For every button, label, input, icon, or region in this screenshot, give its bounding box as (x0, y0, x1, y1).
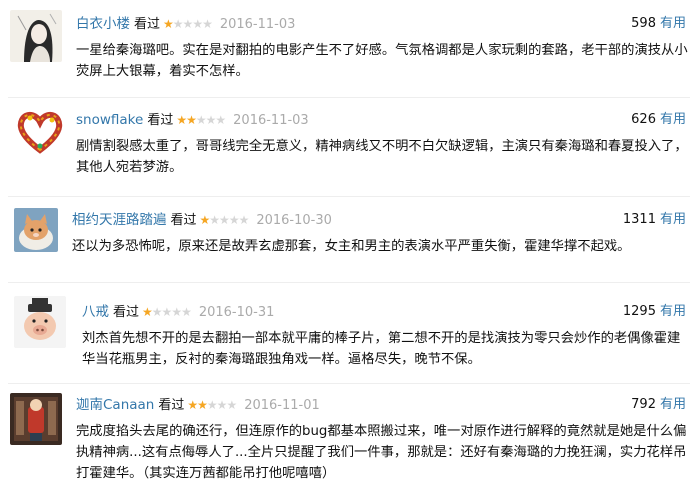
review-header: 白衣小楼 看过 ★★★★★ 2016-11-03 (76, 14, 295, 34)
review-date: 2016-10-31 (198, 305, 275, 320)
star-rating: ★★★★★ (163, 14, 213, 34)
review-text: 剧情割裂感太重了，哥哥线完全无意义，精神病线又不明不白欠缺逻辑，主演只有秦海璐和… (76, 139, 688, 175)
star-empty-icon: ★ (171, 305, 182, 319)
star-rating: ★★★★★ (199, 210, 250, 230)
star-empty-icon: ★ (238, 213, 250, 227)
review-item: 相约天涯路踏遍 看过 ★★★★★ 2016-10-30 1311 有用 还以为多恐怖呢，… (0, 196, 698, 278)
star-empty-icon: ★ (205, 113, 217, 127)
star-filled-icon: ★ (163, 17, 174, 31)
watched-label: 看过 (158, 398, 185, 413)
review-text: 刘杰首先想不开的是去翻拍一部本就平庸的棒子片，第二想不开的是找演技为零只会炒作的… (82, 331, 681, 367)
star-empty-icon: ★ (226, 398, 237, 412)
user-avatar[interactable] (10, 10, 62, 62)
star-rating: ★★★★★ (187, 395, 237, 415)
star-empty-icon: ★ (206, 398, 218, 412)
star-filled-icon: ★ (142, 305, 153, 319)
useful-vote: 1295 有用 (623, 302, 686, 322)
vote-count: 598 (631, 16, 656, 31)
star-empty-icon: ★ (216, 398, 228, 412)
star-empty-icon: ★ (219, 213, 230, 227)
vote-count: 626 (631, 112, 656, 127)
heart-wreath-avatar-image (14, 106, 66, 158)
review-date: 2016-11-01 (244, 398, 320, 413)
star-empty-icon: ★ (215, 113, 226, 127)
review-date: 2016-10-30 (256, 213, 332, 228)
star-empty-icon: ★ (209, 213, 220, 227)
ink-portrait-avatar-image (10, 10, 62, 62)
vote-count: 1295 (622, 304, 656, 319)
username-link[interactable]: 八戒 (82, 304, 109, 320)
useful-button[interactable]: 有用 (660, 304, 686, 319)
watched-label: 看过 (170, 213, 197, 228)
review-header: snowflake 看过 ★★★★★ 2016-11-03 (76, 110, 309, 130)
star-empty-icon: ★ (192, 17, 203, 31)
review-date: 2016-11-03 (233, 113, 309, 128)
vote-count: 792 (631, 397, 656, 412)
review-item: 八戒 看过 ★★★★★ 2016-10-31 1295 有用 刘杰首先想不开的是去翻拍一… (0, 282, 698, 382)
useful-button[interactable]: 有用 (660, 212, 686, 227)
star-filled-icon: ★ (199, 213, 211, 227)
review-header: 迦南Canaan 看过 ★★★★★ 2016-11-01 (76, 395, 320, 415)
useful-vote: 626 有用 (631, 110, 686, 130)
review-text: 完成度掐头去尾的确还行，但连原作的bug都基本照搬过来，唯一对原作进行解释的竟然… (76, 424, 687, 481)
username-link[interactable]: snowflake (76, 112, 143, 128)
useful-button[interactable]: 有用 (660, 397, 686, 412)
review-header: 相约天涯路踏遍 看过 ★★★★★ 2016-10-30 (72, 210, 332, 230)
user-avatar[interactable] (14, 296, 66, 348)
review-item: snowflake 看过 ★★★★★ 2016-11-03 626 有用 剧情割裂感太重… (0, 98, 698, 196)
useful-vote: 1311 有用 (623, 210, 686, 230)
user-avatar[interactable] (14, 208, 58, 252)
star-filled-icon: ★ (187, 398, 198, 412)
review-date: 2016-11-03 (219, 17, 296, 32)
star-empty-icon: ★ (151, 305, 163, 319)
star-empty-icon: ★ (172, 17, 184, 31)
star-filled-icon: ★ (197, 398, 208, 412)
review-item: 迦南Canaan 看过 ★★★★★ 2016-11-01 792 有用 完成度掐头去尾的… (0, 383, 698, 484)
username-link[interactable]: 迦南Canaan (76, 397, 154, 413)
star-rating: ★★★★★ (176, 110, 226, 130)
cat-avatar-image (14, 208, 58, 252)
useful-vote: 792 有用 (631, 395, 686, 415)
review-header: 八戒 看过 ★★★★★ 2016-10-31 (82, 302, 274, 322)
username-link[interactable]: 相约天涯路踏遍 (72, 212, 167, 228)
star-empty-icon: ★ (161, 305, 173, 319)
star-empty-icon: ★ (181, 305, 192, 319)
watched-label: 看过 (147, 113, 174, 128)
star-empty-icon: ★ (182, 17, 194, 31)
watched-label: 看过 (134, 17, 161, 32)
pig-figure-avatar-image (14, 296, 66, 348)
star-empty-icon: ★ (195, 113, 207, 127)
figurine-avatar-image (10, 393, 62, 445)
star-rating: ★★★★★ (142, 302, 192, 322)
review-item: 白衣小楼 看过 ★★★★★ 2016-11-03 598 有用 一星给秦海璐吧。实在是对… (0, 0, 698, 98)
user-avatar[interactable] (14, 106, 66, 158)
user-avatar[interactable] (10, 393, 62, 445)
useful-vote: 598 有用 (631, 14, 686, 34)
vote-count: 1311 (622, 212, 656, 227)
useful-button[interactable]: 有用 (660, 112, 686, 127)
star-filled-icon: ★ (176, 113, 187, 127)
star-filled-icon: ★ (186, 113, 197, 127)
watched-label: 看过 (113, 305, 140, 320)
review-text: 还以为多恐怖呢，原来还是故弄玄虚那套，女主和男主的表演水平严重失衡，霍建华撑不起… (72, 239, 631, 254)
review-text: 一星给秦海璐吧。实在是对翻拍的电影产生不了好感。气氛格调都是人家玩剩的套路，老干… (76, 43, 688, 79)
useful-button[interactable]: 有用 (660, 16, 686, 31)
username-link[interactable]: 白衣小楼 (76, 16, 130, 32)
star-empty-icon: ★ (202, 17, 213, 31)
star-empty-icon: ★ (228, 213, 240, 227)
